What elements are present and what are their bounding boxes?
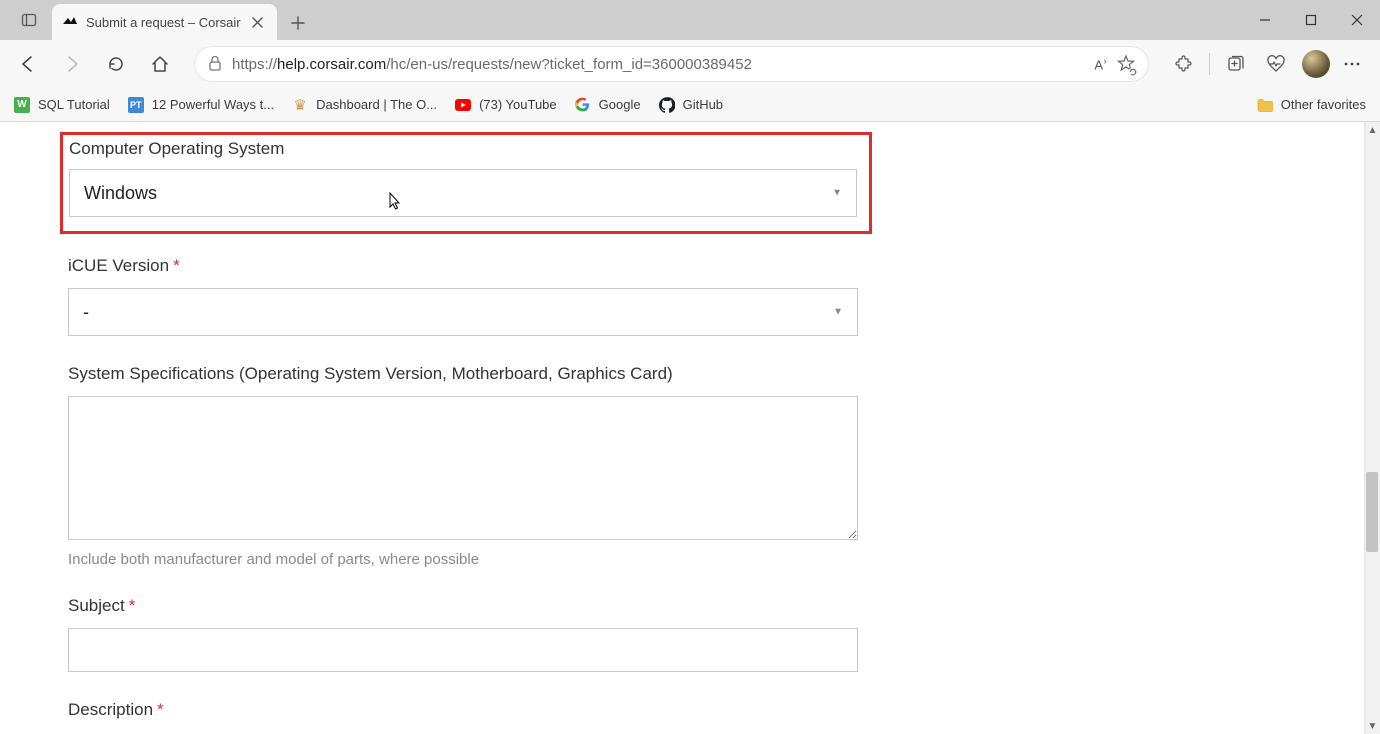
active-tab[interactable]: Submit a request – Corsair (52, 4, 277, 40)
bookmark-dashboard[interactable]: ♛ Dashboard | The O... (292, 97, 437, 113)
bookmark-youtube[interactable]: (73) YouTube (455, 97, 557, 113)
scroll-up-button[interactable]: ▲ (1365, 122, 1380, 138)
sync-badge-icon (1128, 67, 1138, 77)
reload-button[interactable] (98, 46, 134, 82)
required-marker: * (129, 596, 136, 616)
github-icon (659, 97, 675, 113)
window-maximize-button[interactable] (1288, 0, 1334, 40)
os-select[interactable]: Windows ▼ (69, 169, 857, 217)
reload-icon (107, 55, 125, 73)
pt-icon: PT (128, 97, 144, 113)
icue-select[interactable]: - ▼ (68, 288, 858, 336)
odin-icon: ♛ (292, 97, 308, 113)
scroll-down-button[interactable]: ▼ (1365, 718, 1380, 734)
bookmark-label: (73) YouTube (479, 97, 557, 112)
tab-actions-button[interactable] (6, 0, 52, 40)
window-close-button[interactable] (1334, 0, 1380, 40)
home-icon (151, 55, 169, 73)
new-tab-button[interactable] (281, 6, 315, 40)
description-label: Description (68, 700, 153, 720)
subject-label: Subject (68, 596, 125, 616)
chevron-down-icon: ▼ (832, 188, 842, 199)
favorite-button[interactable] (1117, 54, 1135, 75)
url-text: https://help.corsair.com/hc/en-us/reques… (232, 56, 1084, 73)
bookmark-label: SQL Tutorial (38, 97, 110, 112)
extensions-button[interactable] (1165, 46, 1201, 82)
tab-title: Submit a request – Corsair (86, 15, 241, 30)
tab-strip: Submit a request – Corsair (0, 0, 1380, 40)
icue-select-value: - (83, 302, 89, 323)
toolbar-separator (1209, 53, 1210, 75)
lock-icon (208, 55, 222, 74)
icue-label: iCUE Version (68, 256, 169, 276)
url-host: help.corsair.com (277, 56, 386, 73)
close-tab-button[interactable] (249, 13, 267, 31)
collections-icon (1227, 55, 1245, 73)
read-aloud-button[interactable]: A› (1094, 56, 1107, 72)
os-select-value: Windows (84, 183, 157, 204)
sysspec-hint: Include both manufacturer and model of p… (68, 551, 920, 568)
youtube-icon (455, 97, 471, 113)
bookmarks-bar: W SQL Tutorial PT 12 Powerful Ways t... … (0, 88, 1380, 122)
corsair-favicon-icon (62, 14, 78, 30)
sysspec-textarea[interactable] (68, 396, 858, 540)
tab-actions-icon (21, 12, 37, 28)
required-marker: * (173, 256, 180, 276)
bookmark-sql-tutorial[interactable]: W SQL Tutorial (14, 97, 110, 113)
plus-icon (291, 16, 305, 30)
bookmark-label: 12 Powerful Ways t... (152, 97, 274, 112)
vertical-scrollbar[interactable]: ▲ ▼ (1364, 122, 1380, 734)
bookmark-label: GitHub (683, 97, 723, 112)
forward-button[interactable] (54, 46, 90, 82)
minimize-icon (1259, 14, 1271, 26)
close-icon (1351, 14, 1363, 26)
os-label: Computer Operating System (69, 139, 863, 159)
settings-more-button[interactable] (1334, 46, 1370, 82)
scroll-thumb[interactable] (1366, 472, 1378, 552)
home-button[interactable] (142, 46, 178, 82)
other-favorites-label: Other favorites (1281, 97, 1366, 112)
bookmark-powerful-ways[interactable]: PT 12 Powerful Ways t... (128, 97, 274, 113)
folder-icon (1257, 97, 1273, 113)
chevron-down-icon: ▼ (833, 307, 843, 318)
collections-button[interactable] (1218, 46, 1254, 82)
forward-arrow-icon (63, 55, 81, 73)
bookmark-label: Google (599, 97, 641, 112)
google-icon (575, 97, 591, 113)
other-favorites[interactable]: Other favorites (1257, 97, 1366, 113)
url-scheme: https:// (232, 56, 277, 73)
bookmark-google[interactable]: Google (575, 97, 641, 113)
back-arrow-icon (19, 55, 37, 73)
close-icon (252, 17, 263, 28)
subject-input[interactable] (68, 628, 858, 672)
bookmark-label: Dashboard | The O... (316, 97, 437, 112)
highlighted-os-field: Computer Operating System Windows ▼ (60, 132, 872, 234)
window-minimize-button[interactable] (1242, 0, 1288, 40)
back-button[interactable] (10, 46, 46, 82)
browser-toolbar: https://help.corsair.com/hc/en-us/reques… (0, 40, 1380, 88)
w3-icon: W (14, 97, 30, 113)
required-marker: * (157, 700, 164, 720)
url-path: /hc/en-us/requests/new?ticket_form_id=36… (386, 56, 752, 73)
ellipsis-icon (1343, 55, 1361, 73)
puzzle-icon (1174, 55, 1192, 73)
profile-avatar[interactable] (1302, 50, 1330, 78)
sysspec-label: System Specifications (Operating System … (68, 364, 920, 384)
request-form: Computer Operating System Windows ▼ iCUE… (0, 122, 920, 734)
maximize-icon (1305, 14, 1317, 26)
heartbeat-icon (1266, 55, 1286, 73)
bookmark-github[interactable]: GitHub (659, 97, 723, 113)
address-bar[interactable]: https://help.corsair.com/hc/en-us/reques… (194, 46, 1149, 82)
performance-button[interactable] (1258, 46, 1294, 82)
